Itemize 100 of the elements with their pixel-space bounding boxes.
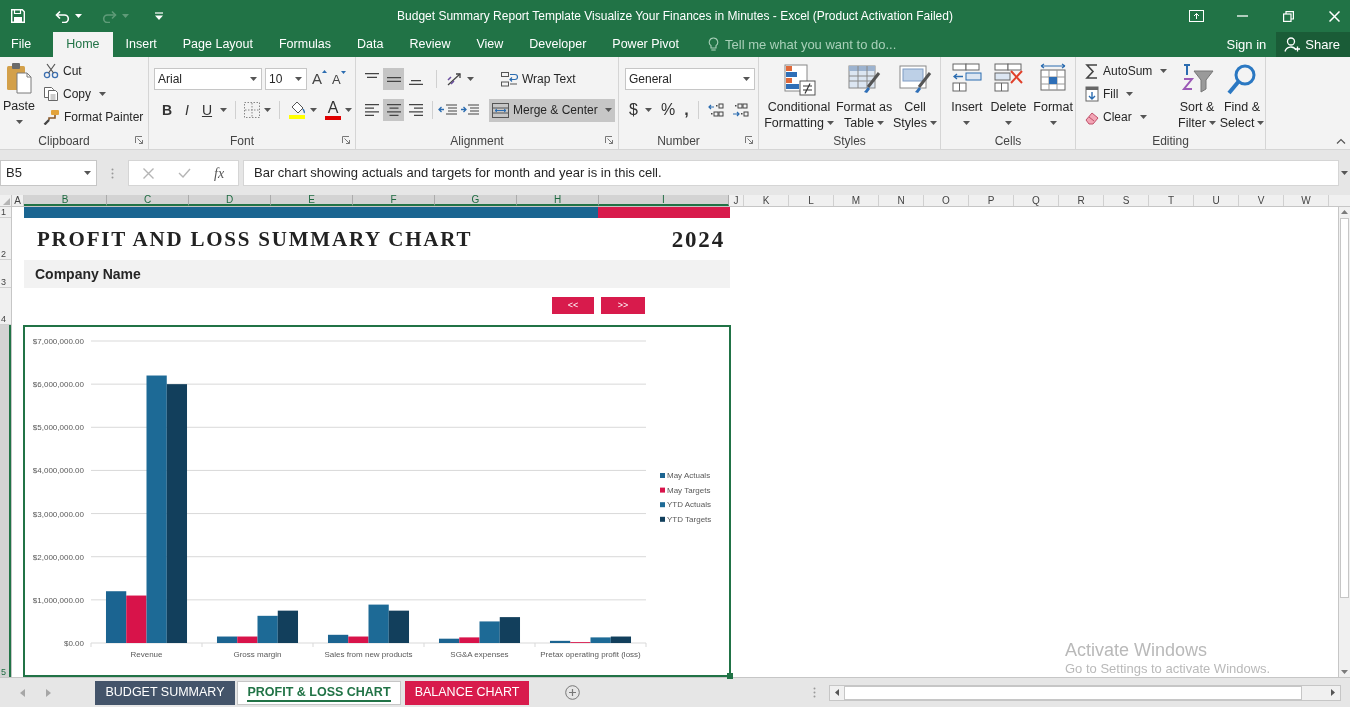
caret-icon[interactable] [264, 108, 271, 112]
editing-button[interactable]: AutoSum [1085, 59, 1153, 82]
styles-button[interactable]: Format as Table [836, 57, 892, 132]
ribbon-tab[interactable]: File [0, 32, 45, 57]
caret-icon[interactable] [310, 108, 317, 112]
row-header[interactable]: 3 [0, 260, 11, 288]
customize-icon[interactable] [155, 12, 163, 20]
copy-button[interactable]: Copy [43, 82, 91, 105]
percent-button[interactable]: % [660, 98, 676, 122]
scrollbar-thumb[interactable] [844, 685, 1302, 700]
styles-button[interactable]: Conditional Formatting [764, 57, 834, 132]
ribbon-display-icon[interactable] [1188, 10, 1204, 22]
column-header[interactable]: B [24, 195, 107, 206]
borders-icon[interactable] [244, 102, 260, 118]
add-sheet-icon[interactable] [565, 685, 580, 700]
tell-me-field[interactable]: Tell me what you want to do... [725, 34, 956, 55]
resize-handle-icon[interactable] [727, 673, 733, 679]
ribbon-tab[interactable]: Data [344, 32, 397, 57]
formula-field[interactable]: Bar chart showing actuals and targets for month and year is in this cell. [243, 160, 1339, 186]
grow-font-button[interactable]: A [312, 70, 327, 88]
column-header[interactable]: A [12, 195, 24, 206]
caret-icon[interactable] [1126, 91, 1134, 96]
scroll-left-icon[interactable] [835, 689, 839, 696]
format-painter-button[interactable]: Format Painter [43, 105, 144, 128]
column-header[interactable]: G [435, 195, 517, 206]
font-color-button[interactable]: A [325, 100, 341, 120]
caret-icon[interactable] [75, 14, 82, 18]
styles-button[interactable]: Cell Styles [894, 57, 936, 132]
font-name-field[interactable]: Arial [154, 68, 262, 90]
ribbon-tab[interactable]: Developer [516, 32, 600, 57]
paste-button[interactable]: Paste [2, 57, 36, 132]
close-icon[interactable] [1328, 10, 1340, 22]
vertical-scrollbar[interactable] [1338, 207, 1350, 677]
shrink-font-button[interactable]: A [332, 69, 346, 89]
previous-button[interactable]: << [552, 297, 594, 314]
name-box[interactable]: B5 [0, 160, 97, 186]
sheet-tab[interactable]: BUDGET SUMMARY [95, 680, 235, 705]
next-button[interactable]: >> [601, 297, 645, 314]
dialog-launcher-icon[interactable] [342, 136, 350, 144]
bold-button[interactable]: B [157, 99, 177, 121]
ribbon-tab[interactable]: Review [396, 32, 464, 57]
caret-icon[interactable] [345, 108, 352, 112]
dialog-launcher-icon[interactable] [605, 136, 613, 144]
ribbon-tab[interactable]: Page Layout [169, 32, 266, 57]
decrease-decimal-icon[interactable] [731, 102, 749, 118]
column-header[interactable]: C [107, 195, 189, 206]
row-header[interactable]: 5 [0, 325, 11, 677]
scroll-up-icon[interactable] [1341, 210, 1348, 214]
cut-button[interactable]: Cut [43, 59, 144, 82]
decrease-indent-icon[interactable] [438, 103, 458, 117]
caret-icon[interactable] [1341, 171, 1348, 175]
ribbon-tab[interactable]: Power Pivot [599, 32, 693, 57]
minimize-icon[interactable] [1236, 15, 1248, 17]
cells-button[interactable]: Format [1031, 57, 1075, 132]
caret-icon[interactable] [467, 77, 474, 81]
scrollbar-thumb[interactable] [1340, 218, 1349, 598]
dialog-launcher-icon[interactable] [745, 136, 753, 144]
check-icon[interactable] [178, 168, 191, 178]
collapse-ribbon-icon[interactable] [1336, 138, 1346, 144]
currency-button[interactable]: $ [629, 98, 638, 122]
scroll-right-icon[interactable] [1331, 689, 1335, 696]
vertical-dots-icon[interactable] [813, 687, 816, 698]
scroll-down-icon[interactable] [1341, 670, 1348, 674]
column-header[interactable]: E [271, 195, 353, 206]
caret-icon[interactable] [644, 108, 652, 112]
share-button[interactable]: Share [1276, 32, 1350, 57]
save-icon[interactable] [11, 9, 25, 23]
increase-indent-icon[interactable] [460, 103, 480, 117]
number-format-field[interactable]: General [625, 68, 755, 90]
caret-icon[interactable] [1160, 68, 1168, 73]
editing-button[interactable]: Clear [1085, 105, 1132, 128]
ribbon-tab[interactable]: View [463, 32, 517, 57]
sign-in-link[interactable]: Sign in [1218, 32, 1275, 57]
ribbon-tab[interactable]: Insert [112, 32, 170, 57]
insert-function-button[interactable]: fx [214, 162, 225, 184]
ribbon-tab[interactable]: Formulas [265, 32, 345, 57]
row-header[interactable]: 2 [0, 218, 11, 260]
editing-button[interactable]: Fill [1085, 82, 1119, 105]
text-orientation-icon[interactable] [446, 71, 463, 87]
column-header[interactable]: H [517, 195, 599, 206]
column-header[interactable]: F [353, 195, 435, 206]
increase-decimal-icon[interactable] [707, 102, 725, 118]
editing-button[interactable]: Sort & Filter [1175, 57, 1219, 132]
caret-icon[interactable] [99, 91, 106, 96]
sheet-tab[interactable]: BALANCE CHART [405, 680, 529, 705]
undo-icon[interactable] [55, 9, 70, 23]
dialog-launcher-icon[interactable] [135, 136, 143, 144]
ribbon-tab[interactable]: Home [53, 32, 113, 57]
column-header[interactable]: D [189, 195, 271, 206]
underline-button[interactable]: U [197, 99, 217, 121]
alignment-button[interactable] [383, 99, 404, 121]
fill-color-icon[interactable] [288, 101, 306, 119]
wrap-text-button[interactable]: Wrap Text [498, 67, 579, 91]
merge-center-button[interactable]: Merge & Center [489, 98, 615, 122]
font-size-field[interactable]: 10 [265, 68, 307, 90]
alignment-button[interactable] [383, 68, 404, 90]
restore-icon[interactable] [1282, 10, 1294, 22]
cells-button[interactable]: Insert [948, 57, 986, 132]
cells-button[interactable]: Delete [987, 57, 1030, 132]
sheet-tab[interactable]: PROFIT & LOSS CHART [237, 680, 401, 705]
